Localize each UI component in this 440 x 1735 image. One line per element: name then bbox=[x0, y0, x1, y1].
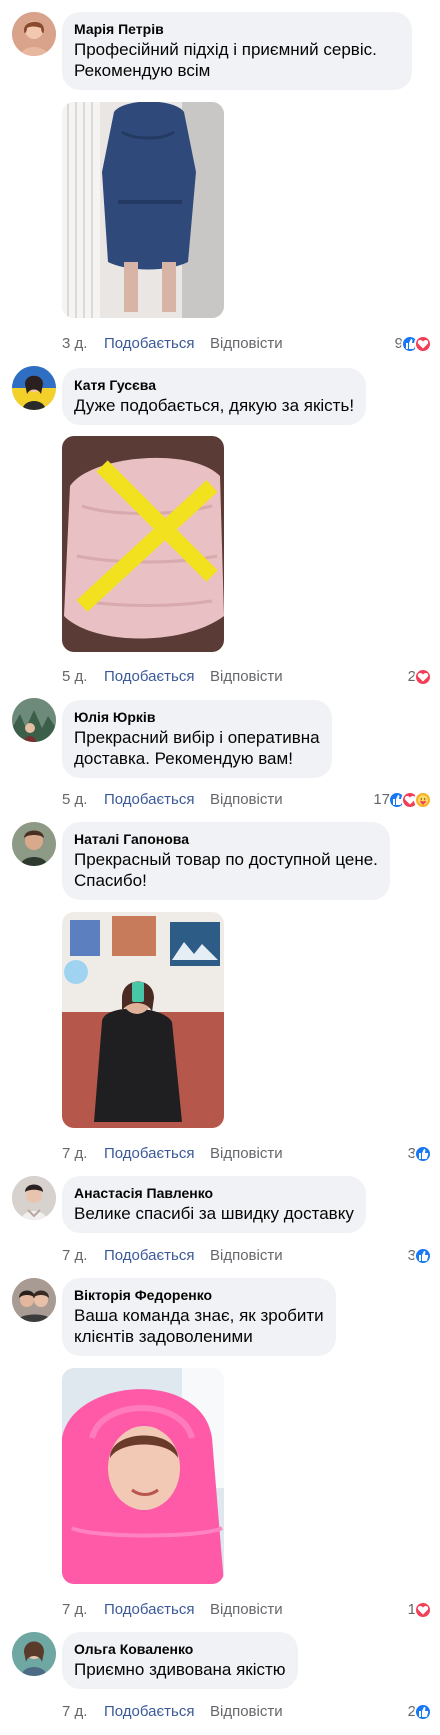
comment-time[interactable]: 7 д. bbox=[62, 1600, 87, 1620]
like-button[interactable]: Подобається bbox=[104, 1144, 194, 1164]
like-button[interactable]: Подобається bbox=[104, 334, 194, 354]
comment-time[interactable]: 7 д. bbox=[62, 1702, 87, 1722]
like-button[interactable]: Подобається bbox=[104, 1600, 194, 1620]
avatar[interactable] bbox=[12, 366, 56, 410]
comment-actions: 5 д. Подобається Відповісти 2 bbox=[62, 667, 432, 687]
comment-bubble: Анастасія Павленко Велике спасибі за шви… bbox=[62, 1176, 366, 1233]
comment-text: Приємно здивована якістю bbox=[74, 1660, 286, 1679]
comment-text: Велике спасибі за швидку доставку bbox=[74, 1204, 354, 1223]
like-icon bbox=[414, 1145, 432, 1163]
comment-bubble: Катя Гусєва Дуже подобається, дякую за я… bbox=[62, 368, 367, 425]
reply-button[interactable]: Відповісти bbox=[210, 1702, 283, 1722]
comment-time[interactable]: 7 д. bbox=[62, 1246, 87, 1266]
comment-actions: 7 д. Подобається Відповісти 1 bbox=[62, 1600, 432, 1620]
comment-bubble: Марія Петрів Професійний підхід і приємн… bbox=[62, 12, 412, 90]
reactions-summary[interactable]: 2 bbox=[408, 1702, 432, 1722]
like-button[interactable]: Подобається bbox=[104, 667, 194, 687]
like-icon bbox=[414, 1703, 432, 1721]
love-icon bbox=[414, 1601, 432, 1619]
reply-button[interactable]: Відповісти bbox=[210, 790, 283, 810]
reply-button[interactable]: Відповісти bbox=[210, 667, 283, 687]
reactions-summary[interactable]: 1 bbox=[408, 1600, 432, 1620]
reactions-summary[interactable]: 17 bbox=[373, 790, 432, 810]
like-button[interactable]: Подобається bbox=[104, 1246, 194, 1266]
comment-author[interactable]: Наталі Гапонова bbox=[74, 830, 378, 849]
love-icon bbox=[414, 335, 432, 353]
comment-author[interactable]: Марія Петрів bbox=[74, 20, 400, 39]
comment-photo[interactable] bbox=[62, 1368, 224, 1584]
comment-text: Рекомендую всім bbox=[74, 61, 211, 80]
avatar[interactable] bbox=[12, 822, 56, 866]
avatar[interactable] bbox=[12, 1632, 56, 1676]
comment-bubble: Юлія Юрків Прекрасний вибір і оперативна… bbox=[62, 700, 332, 778]
reactions-summary[interactable]: 9 bbox=[395, 334, 432, 354]
comment-photo[interactable] bbox=[62, 912, 224, 1128]
reply-button[interactable]: Відповісти bbox=[210, 334, 283, 354]
comment-text: Прекрасный товар по доступной цене. bbox=[74, 850, 378, 869]
comment-time[interactable]: 5 д. bbox=[62, 667, 87, 687]
reply-button[interactable]: Відповісти bbox=[210, 1600, 283, 1620]
comment-text: доставка. Рекомендую вам! bbox=[74, 749, 293, 768]
reactions-summary[interactable]: 2 bbox=[408, 667, 432, 687]
comment-actions: 7 д. Подобається Відповісти 3 bbox=[62, 1246, 432, 1266]
comment-time[interactable]: 7 д. bbox=[62, 1144, 87, 1164]
comment-bubble: Ольга Коваленко Приємно здивована якістю bbox=[62, 1632, 298, 1689]
comment-bubble: Наталі Гапонова Прекрасный товар по дост… bbox=[62, 822, 390, 900]
comment-text: клієнтів задоволеними bbox=[74, 1327, 253, 1346]
comment-actions: 3 д. Подобається Відповісти 9 bbox=[62, 334, 432, 354]
comment-text: Професійний підхід і приємний сервіс. bbox=[74, 40, 377, 59]
avatar[interactable] bbox=[12, 698, 56, 742]
care-icon bbox=[414, 791, 432, 809]
comment-author[interactable]: Юлія Юрків bbox=[74, 708, 320, 727]
avatar[interactable] bbox=[12, 1176, 56, 1220]
like-button[interactable]: Подобається bbox=[104, 790, 194, 810]
comment-text: Спасибо! bbox=[74, 871, 147, 890]
love-icon bbox=[414, 668, 432, 686]
comment-author[interactable]: Вікторія Федоренко bbox=[74, 1286, 324, 1305]
comment-actions: 7 д. Подобається Відповісти 2 bbox=[62, 1702, 432, 1722]
comment-text: Ваша команда знає, як зробити bbox=[74, 1306, 324, 1325]
like-icon bbox=[414, 1247, 432, 1265]
comment-author[interactable]: Ольга Коваленко bbox=[74, 1640, 286, 1659]
comment-time[interactable]: 5 д. bbox=[62, 790, 87, 810]
comment-time[interactable]: 3 д. bbox=[62, 334, 87, 354]
comment-actions: 7 д. Подобається Відповісти 3 bbox=[62, 1144, 432, 1164]
reactions-summary[interactable]: 3 bbox=[408, 1246, 432, 1266]
comment-photo[interactable] bbox=[62, 102, 224, 318]
like-button[interactable]: Подобається bbox=[104, 1702, 194, 1722]
comment-actions: 5 д. Подобається Відповісти 17 bbox=[62, 790, 432, 810]
comment-photo[interactable] bbox=[62, 436, 224, 652]
reply-button[interactable]: Відповісти bbox=[210, 1246, 283, 1266]
reactions-summary[interactable]: 3 bbox=[408, 1144, 432, 1164]
comment-bubble: Вікторія Федоренко Ваша команда знає, як… bbox=[62, 1278, 336, 1356]
avatar[interactable] bbox=[12, 1278, 56, 1322]
reply-button[interactable]: Відповісти bbox=[210, 1144, 283, 1164]
comment-text: Дуже подобається, дякую за якість! bbox=[74, 396, 355, 415]
comment-author[interactable]: Катя Гусєва bbox=[74, 376, 354, 395]
comment-author[interactable]: Анастасія Павленко bbox=[74, 1184, 354, 1203]
comment-text: Прекрасний вибір і оперативна bbox=[74, 728, 320, 747]
avatar[interactable] bbox=[12, 12, 56, 56]
